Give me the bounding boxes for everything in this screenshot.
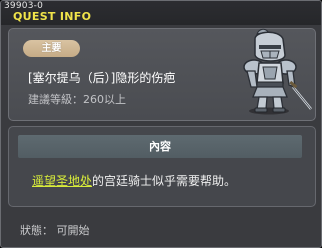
content-text: 的宫廷骑士似乎需要帮助。 xyxy=(92,174,237,188)
location-link[interactable]: 遥望圣地处 xyxy=(32,174,92,188)
quest-info-window: 39903-0 QUEST INFO 主要 [塞尔提乌（后）]隐形的伤疤 建議等… xyxy=(0,0,322,248)
title-bar[interactable]: 39903-0 QUEST INFO xyxy=(1,1,321,25)
knight-npc-icon xyxy=(243,28,312,115)
content-header: 內容 xyxy=(18,135,302,158)
window-title: QUEST INFO xyxy=(13,10,92,23)
quest-status: 狀態： 可開始 xyxy=(20,224,90,237)
level-requirement: 建議等級：260以上 xyxy=(28,93,126,106)
quest-name: [塞尔提乌（后）]隐形的伤疤 xyxy=(28,71,176,85)
content-body: 遥望圣地处的宫廷骑士似乎需要帮助。 xyxy=(32,172,310,189)
quest-category-badge: 主要 xyxy=(23,40,80,57)
